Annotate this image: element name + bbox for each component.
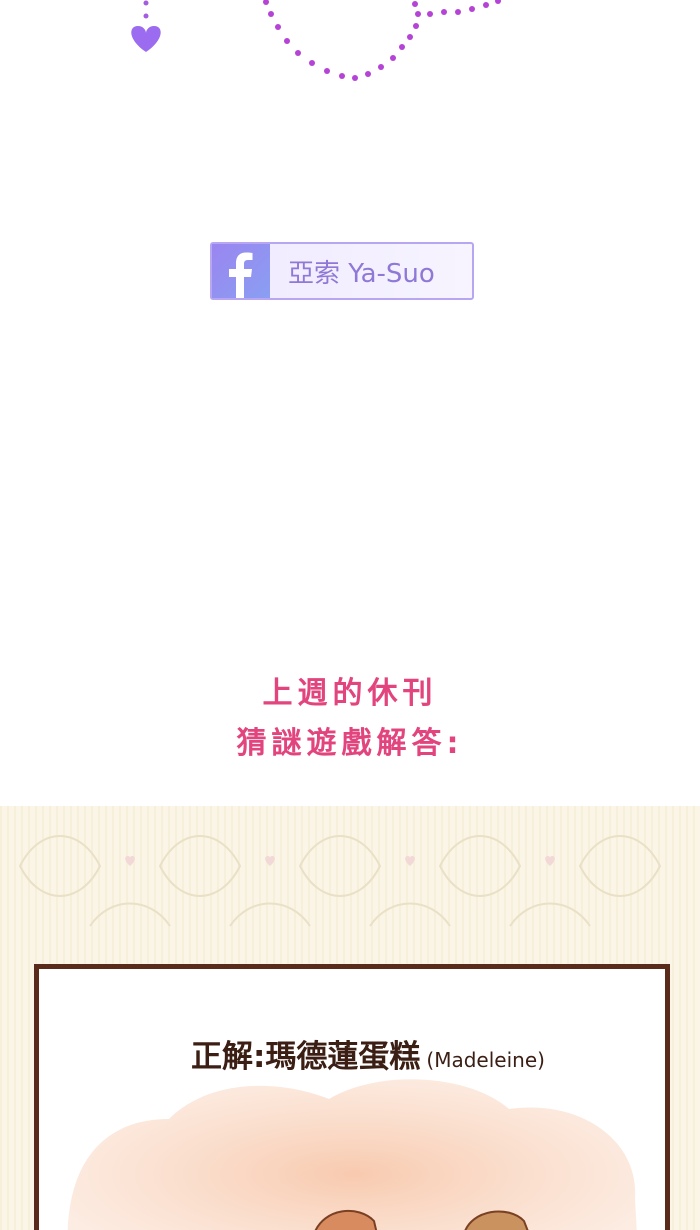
answer-text: 正解:瑪德蓮蛋糕 (Madeleine) [191,1031,545,1076]
notice-line-2: 猜謎遊戲解答: [236,726,464,761]
ornament-pattern [18,835,662,927]
answer-latin-name: (Madeleine) [426,1048,545,1072]
notice-line-1: 上週的休刊 [262,676,438,711]
peach-cloud-backdrop [67,1079,637,1230]
answer-label: 正解:瑪德蓮蛋糕 [191,1039,421,1075]
dotted-heart-decoration [131,0,501,81]
facebook-page-name: 亞索 Ya-Suo [288,258,435,289]
facebook-page-link[interactable]: 亞索 Ya-Suo [210,242,474,300]
answer-card: 正解:瑪德蓮蛋糕 (Madeleine) [34,964,670,1230]
facebook-icon [212,244,270,298]
heart-icon [131,26,161,52]
answer-panel: 正解:瑪德蓮蛋糕 (Madeleine) [0,806,700,1230]
